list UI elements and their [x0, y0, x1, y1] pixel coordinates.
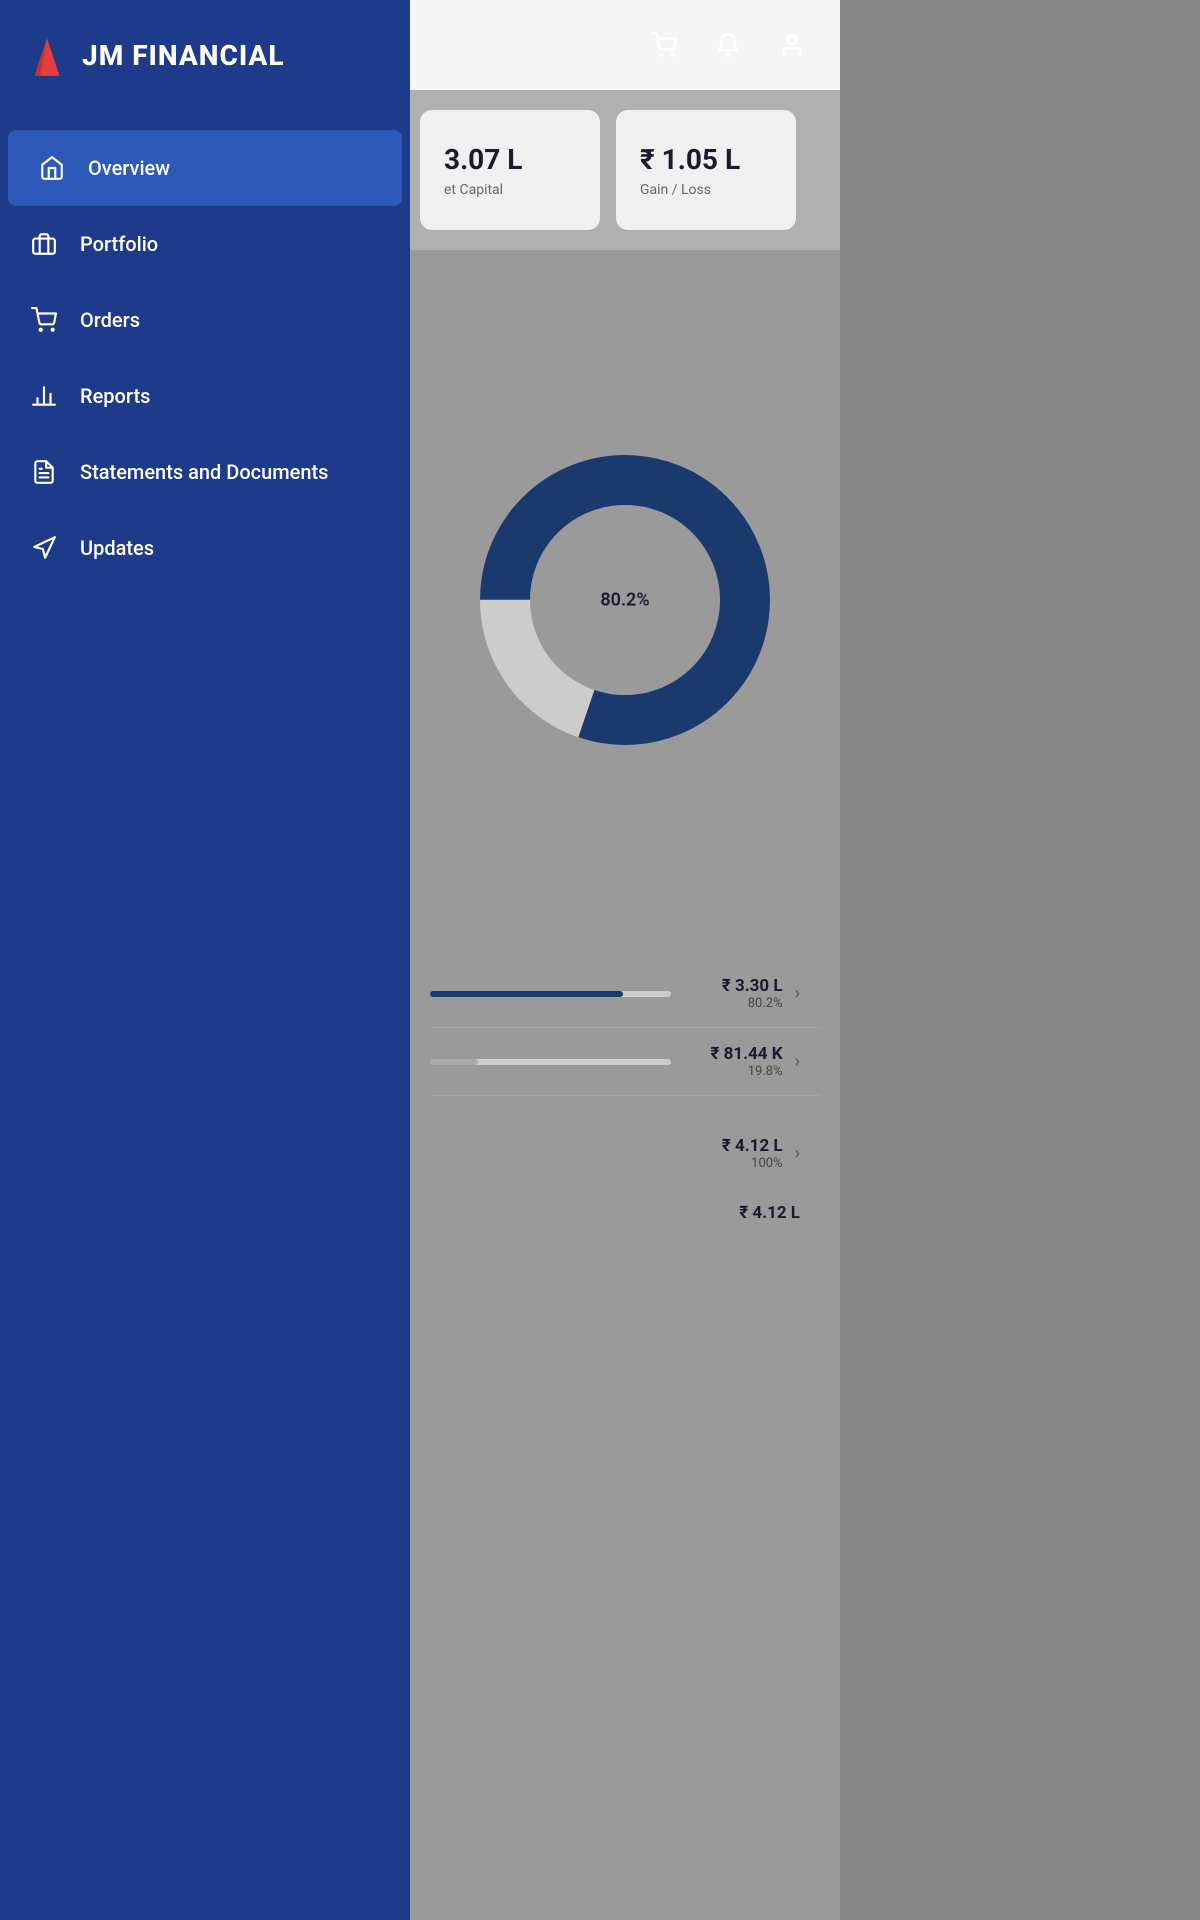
sidebar-item-label-updates: Updates — [80, 536, 154, 560]
amount-block-2: ₹ 81.44 K 19.8% — [683, 1044, 783, 1079]
sidebar-item-label-overview: Overview — [88, 156, 170, 180]
sidebar-item-statements[interactable]: Statements and Documents — [0, 434, 410, 510]
cart-icon[interactable] — [646, 27, 682, 63]
sidebar-item-label-portfolio: Portfolio — [80, 232, 158, 256]
sidebar-item-label-reports: Reports — [80, 384, 150, 408]
chart-area: 80.2% — [410, 250, 840, 950]
gain-loss-label: Gain / Loss — [640, 182, 772, 198]
gain-loss-card: ₹ 1.05 L Gain / Loss — [616, 110, 796, 230]
legend-row-1[interactable]: ₹ 3.30 L 80.2% › — [430, 960, 820, 1028]
legend-percent-1: 80.2% — [683, 996, 783, 1011]
bar-fill-1 — [430, 991, 623, 997]
net-capital-card: 3.07 L et Capital — [420, 110, 600, 230]
net-capital-label: et Capital — [444, 182, 576, 198]
user-icon[interactable] — [774, 27, 810, 63]
gain-loss-value: ₹ 1.05 L — [640, 143, 772, 176]
app-title: JM FINANCIAL — [82, 39, 285, 72]
document-icon — [28, 456, 60, 488]
bar-track-2 — [430, 1059, 671, 1065]
orders-cart-icon — [28, 304, 60, 336]
bar-track-1 — [430, 991, 671, 997]
chevron-icon-2[interactable]: › — [795, 1051, 800, 1072]
bottom-amount-block-1: ₹ 4.12 L 100% — [683, 1136, 783, 1171]
nav-list: Overview Portfolio Orders — [0, 130, 410, 586]
bar-chart-icon — [28, 380, 60, 412]
sidebar-item-portfolio[interactable]: Portfolio — [0, 206, 410, 282]
chevron-icon-3[interactable]: › — [795, 1143, 800, 1164]
legend-amount-2: ₹ 81.44 K — [683, 1044, 783, 1064]
sidebar-item-updates[interactable]: Updates — [0, 510, 410, 586]
legend-percent-2: 19.8% — [683, 1064, 783, 1079]
amount-block-1: ₹ 3.30 L 80.2% — [683, 976, 783, 1011]
bottom-row-2[interactable]: ₹ 4.12 L — [430, 1187, 820, 1239]
bottom-amount-block-2: ₹ 4.12 L — [700, 1203, 800, 1223]
sidebar: JM FINANCIAL Overview Portfolio — [0, 0, 410, 1920]
logo-icon — [22, 30, 72, 80]
net-capital-value: 3.07 L — [444, 143, 576, 176]
bell-icon[interactable] — [710, 27, 746, 63]
donut-chart: 80.2% — [475, 450, 775, 750]
sidebar-item-reports[interactable]: Reports — [0, 358, 410, 434]
legend-area: ₹ 3.30 L 80.2% › ₹ 81.44 K 19.8% › — [410, 940, 840, 1116]
sidebar-item-orders[interactable]: Orders — [0, 282, 410, 358]
bar-fill-2 — [430, 1059, 478, 1065]
sidebar-item-overview[interactable]: Overview — [8, 130, 402, 206]
legend-amount-1: ₹ 3.30 L — [683, 976, 783, 996]
sidebar-item-label-statements: Statements and Documents — [80, 460, 328, 484]
bottom-percent-1: 100% — [683, 1156, 783, 1171]
megaphone-icon — [28, 532, 60, 564]
home-icon — [36, 152, 68, 184]
bottom-section: ₹ 4.12 L 100% › ₹ 4.12 L — [410, 1100, 840, 1259]
legend-row-2[interactable]: ₹ 81.44 K 19.8% › — [430, 1028, 820, 1096]
donut-percentage: 80.2% — [600, 590, 649, 611]
sidebar-item-label-orders: Orders — [80, 308, 140, 332]
briefcase-icon — [28, 228, 60, 260]
sidebar-logo: JM FINANCIAL — [0, 0, 410, 110]
bottom-amount-1: ₹ 4.12 L — [683, 1136, 783, 1156]
bottom-amount-2: ₹ 4.12 L — [700, 1203, 800, 1223]
chevron-icon-1[interactable]: › — [795, 983, 800, 1004]
bottom-row-1[interactable]: ₹ 4.12 L 100% › — [430, 1120, 820, 1187]
